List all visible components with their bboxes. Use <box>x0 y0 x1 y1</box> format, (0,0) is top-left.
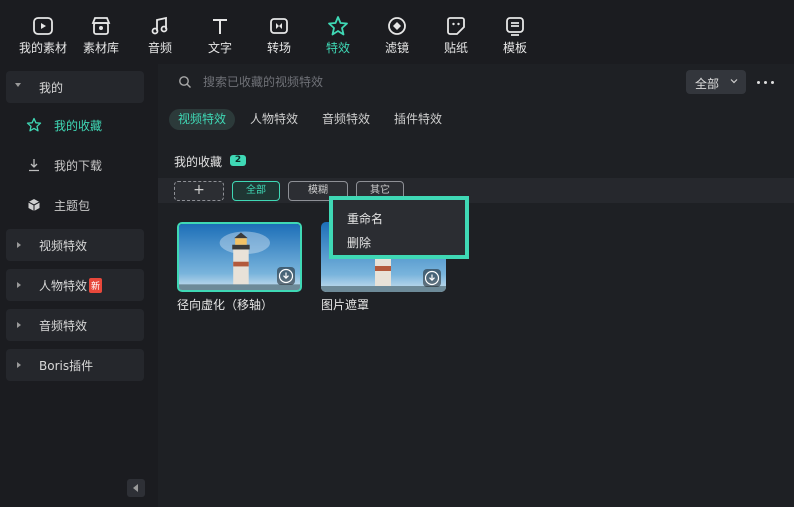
template-icon <box>506 17 524 36</box>
sidebar-group-label: Boris插件 <box>39 359 94 373</box>
context-menu-rename[interactable]: 重命名 <box>347 210 383 227</box>
star-icon <box>26 117 42 132</box>
chevron-down-icon <box>730 79 738 84</box>
sidebar-group-boris-plugins[interactable]: Boris插件 <box>6 349 144 381</box>
toolbar-label: 素材库 <box>82 41 119 55</box>
filter-dropdown[interactable]: 全部 <box>686 70 746 94</box>
count-badge: 2 <box>230 155 246 166</box>
sidebar-group-my[interactable]: 我的 <box>6 71 144 103</box>
sidebar-group-text: 人物特效新 <box>39 277 103 294</box>
sidebar-item-label: 我的收藏 <box>54 119 103 133</box>
toolbar-filter[interactable]: 滤镜 <box>367 0 427 64</box>
toolbar-label: 我的素材 <box>18 41 67 55</box>
search-bar: 全部 <box>158 64 794 100</box>
sidebar-item-label: 主题包 <box>54 199 91 213</box>
toolbar-audio[interactable]: 音频 <box>130 0 190 64</box>
download-button[interactable] <box>423 269 441 287</box>
chip-all[interactable]: 全部 <box>232 181 280 201</box>
section-title: 我的收藏 <box>174 155 223 169</box>
toolbar-effects[interactable]: 特效 <box>308 0 368 64</box>
sticker-icon <box>447 17 465 35</box>
top-toolbar: 我的素材 素材库 音频 文字 转场 特效 滤镜 贴纸 模板 <box>0 0 794 64</box>
download-icon <box>29 159 39 172</box>
toolbar-label: 特效 <box>325 41 350 55</box>
tab-people-effects[interactable]: 人物特效 <box>241 109 307 130</box>
tab-video-effects[interactable]: 视频特效 <box>169 109 236 130</box>
sidebar-item-favorites[interactable]: 我的收藏 <box>26 113 146 137</box>
effect-card-radial-blur[interactable] <box>177 222 302 292</box>
toolbar-asset-library[interactable]: 素材库 <box>71 0 131 64</box>
context-menu-delete[interactable]: 删除 <box>347 234 371 251</box>
search-icon <box>179 76 191 88</box>
toolbar-label: 文字 <box>207 41 232 55</box>
toolbar-sticker[interactable]: 贴纸 <box>426 0 486 64</box>
toolbar-label: 转场 <box>266 41 291 55</box>
new-badge: 新 <box>89 278 103 293</box>
toolbar-label: 贴纸 <box>443 41 468 55</box>
chevron-right-icon <box>17 362 21 368</box>
store-icon <box>91 17 111 35</box>
toolbar-my-media[interactable]: 我的素材 <box>13 0 73 64</box>
filter-dropdown-value: 全部 <box>695 77 720 91</box>
sidebar-group-audio-effects[interactable]: 音频特效 <box>6 309 144 341</box>
chevron-right-icon <box>17 322 21 328</box>
toolbar-label: 滤镜 <box>384 41 409 55</box>
sidebar-group-label: 人物特效 <box>39 279 88 293</box>
toolbar-text[interactable]: 文字 <box>190 0 250 64</box>
chevron-right-icon <box>17 282 21 288</box>
chevron-right-icon <box>17 242 21 248</box>
chevron-left-icon <box>133 484 138 492</box>
tab-audio-effects[interactable]: 音频特效 <box>313 109 379 130</box>
download-icon <box>278 268 294 284</box>
effect-card-label: 图片遮罩 <box>321 298 370 312</box>
effect-card-label: 径向虚化（移轴） <box>177 298 274 312</box>
more-dot <box>757 81 760 84</box>
more-dot <box>764 81 767 84</box>
effects-star-icon <box>328 16 348 36</box>
music-note-icon <box>151 16 168 35</box>
toolbar-transition[interactable]: 转场 <box>249 0 309 64</box>
context-menu: 重命名 删除 <box>329 196 469 259</box>
download-button[interactable] <box>277 267 295 285</box>
add-category-button[interactable]: + <box>174 181 224 201</box>
sidebar-group-label: 视频特效 <box>39 239 88 253</box>
sidebar: 我的 我的收藏 我的下载 主题包 视频特效 人物特效新 音频特效 Boris插件 <box>0 64 158 507</box>
search-input[interactable] <box>203 73 603 91</box>
sidebar-group-video-effects[interactable]: 视频特效 <box>6 229 144 261</box>
sidebar-group-people-effects[interactable]: 人物特效新 <box>6 269 144 301</box>
download-icon <box>424 270 440 286</box>
sidebar-group-label: 我的 <box>39 81 64 95</box>
collapse-sidebar-button[interactable] <box>127 479 145 497</box>
sidebar-item-label: 我的下载 <box>54 159 103 173</box>
more-options-button[interactable] <box>754 70 778 94</box>
sidebar-item-downloads[interactable]: 我的下载 <box>26 153 146 177</box>
transition-icon <box>270 18 288 34</box>
sidebar-item-theme-packs[interactable]: 主题包 <box>26 193 146 217</box>
tab-plugin-effects[interactable]: 插件特效 <box>385 109 451 130</box>
chevron-down-icon <box>15 83 21 87</box>
package-icon <box>28 199 40 211</box>
more-dot <box>771 81 774 84</box>
text-icon <box>213 19 227 34</box>
sidebar-group-label: 音频特效 <box>39 319 88 333</box>
toolbar-label: 模板 <box>502 41 527 55</box>
filter-icon <box>388 17 406 35</box>
toolbar-label: 音频 <box>147 41 172 55</box>
media-icon <box>33 17 53 35</box>
toolbar-template[interactable]: 模板 <box>485 0 545 64</box>
